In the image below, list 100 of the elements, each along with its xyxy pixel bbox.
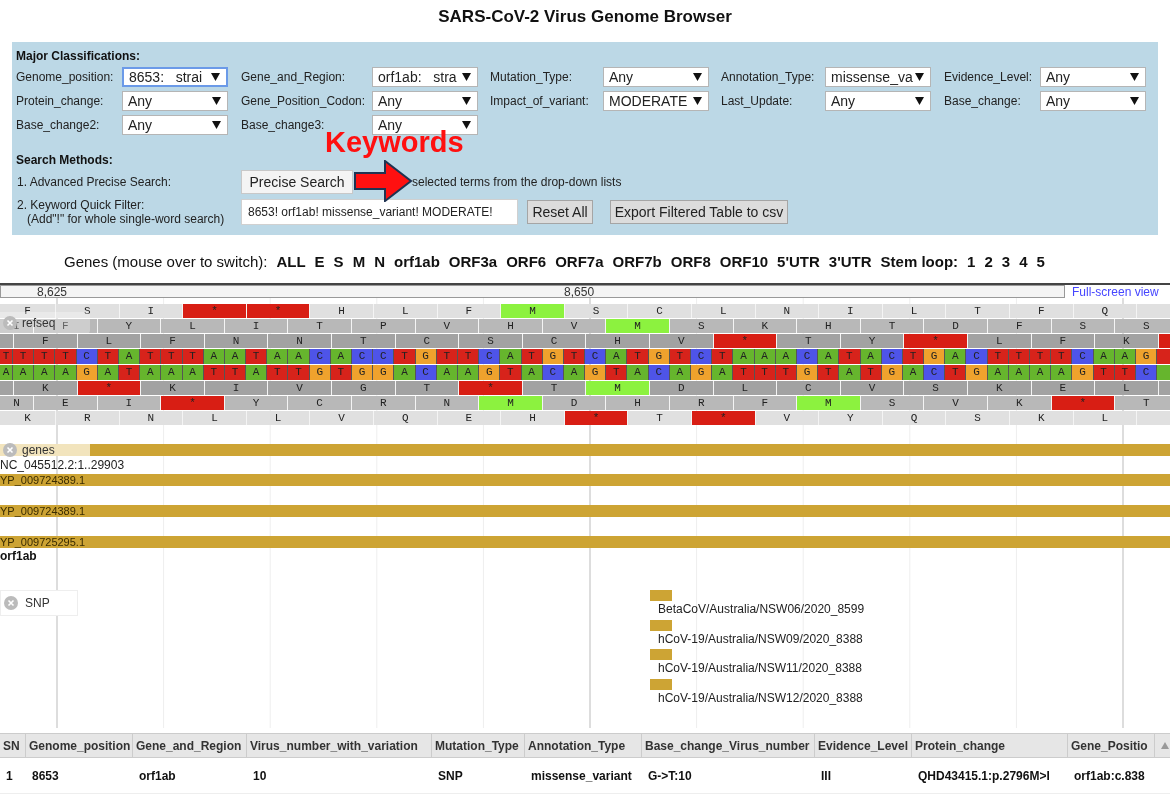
amino-acid-cell: C: [288, 396, 352, 410]
full-screen-link[interactable]: Full-screen view: [1072, 286, 1159, 298]
dropdown[interactable]: MODERATE: [603, 91, 709, 111]
column-header[interactable]: Genome_position: [26, 734, 133, 757]
nucleotide-cell: C: [585, 349, 607, 364]
gene-link[interactable]: ORF10: [719, 250, 769, 274]
gene-link[interactable]: M: [352, 250, 366, 274]
close-icon[interactable]: [3, 443, 17, 457]
nucleotide-cell: A: [627, 365, 649, 380]
gene-feature-bar[interactable]: YP_009725295.1: [0, 536, 1170, 548]
gene-link[interactable]: ALL: [276, 250, 306, 274]
keyword-filter-input[interactable]: 8653! orf1ab! missense_variant! MODERATE!: [241, 199, 518, 225]
nucleotide-cell: C: [966, 349, 988, 364]
gene-feature-bar[interactable]: [90, 444, 1170, 456]
dropdown[interactable]: Any: [122, 91, 228, 111]
amino-acid-cell: T: [1115, 396, 1170, 410]
page-title: SARS-CoV-2 Virus Genome Browser: [438, 6, 732, 29]
amino-acid-cell: F: [1009, 304, 1074, 318]
column-header[interactable]: Base_change_Virus_number: [642, 734, 815, 757]
nucleotide-cell: C: [1135, 365, 1158, 380]
dropdown[interactable]: Any: [603, 67, 709, 87]
close-icon[interactable]: [4, 596, 18, 610]
nucleotide-cell: C: [479, 349, 501, 364]
dropdown[interactable]: Any: [1040, 67, 1146, 87]
dropdown[interactable]: Any: [825, 91, 931, 111]
close-icon[interactable]: [3, 316, 17, 330]
nucleotide-cell: C: [648, 365, 670, 380]
caret-icon: [1130, 73, 1139, 81]
snp-marker[interactable]: [650, 619, 672, 631]
gene-link[interactable]: ORF7b: [612, 250, 662, 274]
field-label: Genome_position:: [16, 69, 115, 86]
nucleotide-cell: T: [267, 365, 289, 380]
amino-acid-cell: I: [224, 319, 289, 333]
gene-link[interactable]: 5'UTR: [777, 250, 820, 274]
scroll-up-icon[interactable]: [1161, 742, 1169, 749]
caret-icon: [693, 73, 702, 81]
column-header[interactable]: Virus_number_with_variation: [247, 734, 432, 757]
column-header[interactable]: Gene_and_Region: [133, 734, 247, 757]
amino-acid-cell: G: [331, 381, 396, 395]
hint-text: selected terms from the drop-down lists: [412, 174, 622, 191]
amino-acid-cell: V: [310, 411, 374, 425]
snp-marker[interactable]: [650, 649, 672, 660]
column-header[interactable]: Protein_change: [912, 734, 1068, 757]
dropdown[interactable]: Any: [372, 91, 478, 111]
nucleotide-cell: A: [34, 365, 56, 380]
gene-link[interactable]: ORF7a: [555, 250, 604, 274]
column-header[interactable]: Annotation_Type: [525, 734, 642, 757]
nucleotide-cell: A: [13, 365, 35, 380]
nucleotide-cell: G: [924, 349, 946, 364]
amino-acid-cell: R: [56, 411, 120, 425]
gene-link[interactable]: E: [314, 250, 325, 274]
nucleotide-cell: T: [1030, 349, 1052, 364]
dropdown[interactable]: orf1ab: stra: [372, 67, 478, 87]
gene-link[interactable]: ORF6: [506, 250, 547, 274]
precise-search-button[interactable]: Precise Search: [241, 170, 353, 194]
dropdown[interactable]: Any: [1040, 91, 1146, 111]
stem-loop-link[interactable]: 5: [1036, 250, 1045, 274]
amino-acid-cell: F: [0, 304, 56, 318]
column-header[interactable]: Mutation_Type: [432, 734, 525, 757]
gene-link[interactable]: S: [333, 250, 344, 274]
gene-link[interactable]: 3'UTR: [828, 250, 872, 274]
gene-link[interactable]: orf1ab: [393, 250, 440, 274]
export-csv-button[interactable]: Export Filtered Table to csv: [610, 200, 788, 224]
stem-loop-link[interactable]: 3: [1001, 250, 1011, 274]
table-cell-text: 1: [5, 767, 14, 785]
gene-link[interactable]: ORF8: [670, 250, 711, 274]
nucleotide-cell: T: [1008, 349, 1030, 364]
amino-acid-cell: V: [840, 381, 905, 395]
gene-link[interactable]: N: [374, 250, 385, 274]
stem-loop-link[interactable]: 4: [1019, 250, 1028, 274]
snp-label: hCoV-19/Australia/NSW11/2020_8388: [658, 660, 863, 676]
column-header[interactable]: Evidence_Level: [815, 734, 912, 757]
nucleotide-cell: T: [13, 349, 35, 364]
column-header[interactable]: Gene_Positio: [1068, 734, 1155, 757]
reset-all-button[interactable]: Reset All: [527, 200, 593, 224]
table-cell-text: orf1ab: [138, 767, 177, 785]
stem-loop-label: Stem loop:: [880, 251, 959, 272]
snp-marker[interactable]: [650, 678, 672, 690]
track-name: refseq: [22, 317, 56, 329]
genes-nav-label: Genes (mouse over to switch):: [64, 251, 268, 272]
amino-acid-cell: I: [119, 304, 184, 318]
nucleotide-cell: G: [691, 365, 713, 380]
dropdown[interactable]: Any: [122, 115, 228, 135]
dropdown[interactable]: 8653: strai: [122, 67, 228, 87]
gene-link[interactable]: ORF3a: [448, 250, 498, 274]
nucleotide-cell: T: [55, 349, 77, 364]
snp-marker[interactable]: [650, 590, 672, 601]
nucleotide-cell: T: [775, 365, 797, 380]
amino-acid-cell: Q: [1073, 304, 1138, 318]
amino-acid-cell: K: [14, 381, 78, 395]
gene-feature-bar[interactable]: YP_009724389.1: [0, 474, 1170, 486]
amino-acid-cell: L: [1073, 411, 1138, 425]
amino-acid-cell: *: [713, 334, 778, 348]
stem-loop-link[interactable]: 1: [967, 250, 976, 274]
column-header[interactable]: SN: [0, 734, 26, 757]
nucleotide-cell: T: [754, 365, 776, 380]
nucleotide-cell: G: [373, 365, 395, 380]
stem-loop-link[interactable]: 2: [984, 250, 993, 274]
dropdown[interactable]: missense_va: [825, 67, 931, 87]
gene-feature-bar[interactable]: YP_009724389.1: [0, 505, 1170, 517]
